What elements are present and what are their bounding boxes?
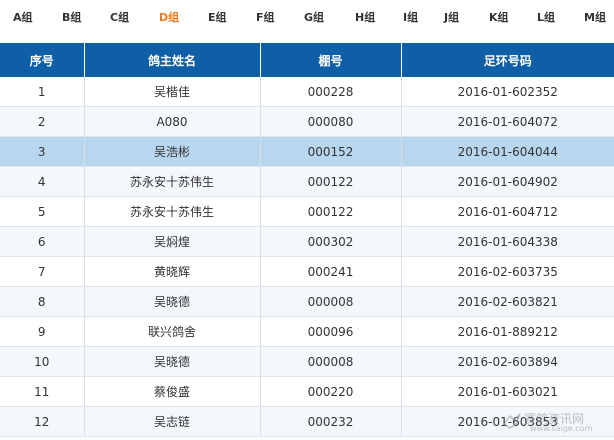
table-row[interactable]: 10 吴晓德 000008 2016-02-603894 [0,346,614,377]
cell-ring: 2016-02-603894 [401,346,614,377]
group-tab-h[interactable]: H组 [355,10,375,26]
cell-ring: 2016-01-604338 [401,226,614,257]
cell-loft: 000122 [260,196,402,227]
cell-loft: 000122 [260,166,402,197]
results-table: 序号 鸽主姓名 棚号 足环号码 1 吴楷佳 000228 2016-01-602… [0,43,614,437]
cell-index: 6 [0,226,85,257]
header-loft-number[interactable]: 棚号 [260,43,402,77]
cell-loft: 000241 [260,256,402,287]
group-tab-j[interactable]: J组 [444,10,459,26]
cell-ring: 2016-01-604072 [401,106,614,137]
cell-loft: 000008 [260,286,402,317]
cell-ring: 2016-01-604902 [401,166,614,197]
cell-loft: 000232 [260,406,402,437]
cell-loft: 000302 [260,226,402,257]
group-tab-l[interactable]: L组 [537,10,555,26]
cell-ring: 2016-01-603853 [401,406,614,437]
table-row[interactable]: 8 吴晓德 000008 2016-02-603821 [0,286,614,317]
table-row[interactable]: 4 苏永安十苏伟生 000122 2016-01-604902 [0,166,614,197]
cell-ring: 2016-01-602352 [401,77,614,107]
cell-loft: 000220 [260,376,402,407]
cell-index: 4 [0,166,85,197]
cell-owner: 苏永安十苏伟生 [84,166,261,197]
cell-index: 5 [0,196,85,227]
cell-owner: 苏永安十苏伟生 [84,196,261,227]
table-row-selected[interactable]: 3 吴浩彬 000152 2016-01-604044 [0,136,614,167]
cell-owner: 吴志链 [84,406,261,437]
cell-loft: 000008 [260,346,402,377]
cell-ring: 2016-02-603735 [401,256,614,287]
group-tab-c[interactable]: C组 [110,10,129,26]
cell-ring: 2016-01-604044 [401,136,614,167]
table-row[interactable]: 7 黄晓辉 000241 2016-02-603735 [0,256,614,287]
header-index[interactable]: 序号 [0,43,85,77]
cell-ring: 2016-01-604712 [401,196,614,227]
group-tab-b[interactable]: B组 [62,10,81,26]
cell-loft: 000152 [260,136,402,167]
group-tab-e[interactable]: E组 [208,10,227,26]
table-row[interactable]: 1 吴楷佳 000228 2016-01-602352 [0,77,614,107]
cell-ring: 2016-01-889212 [401,316,614,347]
table-row[interactable]: 2 A080 000080 2016-01-604072 [0,106,614,137]
header-ring-number[interactable]: 足环号码 [401,43,614,77]
cell-index: 1 [0,77,85,107]
table-row[interactable]: 11 蔡俊盛 000220 2016-01-603021 [0,376,614,407]
cell-owner: 联兴鸽舍 [84,316,261,347]
header-owner-name[interactable]: 鸽主姓名 [84,43,261,77]
cell-index: 7 [0,256,85,287]
cell-owner: 黄晓辉 [84,256,261,287]
cell-index: 9 [0,316,85,347]
group-tab-i[interactable]: I组 [403,10,418,26]
group-tab-m[interactable]: M组 [584,10,606,26]
table-row[interactable]: 5 苏永安十苏伟生 000122 2016-01-604712 [0,196,614,227]
group-tab-f[interactable]: F组 [256,10,275,26]
cell-owner: 吴晓德 [84,286,261,317]
group-tab-d[interactable]: D组 [159,10,179,26]
cell-owner: 蔡俊盛 [84,376,261,407]
table-row[interactable]: 6 吴焖煌 000302 2016-01-604338 [0,226,614,257]
cell-index: 3 [0,136,85,167]
cell-loft: 000080 [260,106,402,137]
cell-owner: 吴焖煌 [84,226,261,257]
cell-index: 2 [0,106,85,137]
cell-ring: 2016-02-603821 [401,286,614,317]
group-tab-k[interactable]: K组 [489,10,509,26]
results-table-container: 序号 鸽主姓名 棚号 足环号码 1 吴楷佳 000228 2016-01-602… [0,43,614,440]
table-row[interactable]: 12 吴志链 000232 2016-01-603853 [0,406,614,437]
cell-ring: 2016-01-603021 [401,376,614,407]
cell-index: 8 [0,286,85,317]
cell-owner: 吴楷佳 [84,77,261,107]
cell-owner: 吴浩彬 [84,136,261,167]
cell-owner: A080 [84,106,261,137]
table-row[interactable]: 9 联兴鸽舍 000096 2016-01-889212 [0,316,614,347]
cell-index: 10 [0,346,85,377]
cell-loft: 000096 [260,316,402,347]
group-tabs: A组 B组 C组 D组 E组 F组 G组 H组 I组 J组 K组 L组 M组 [0,0,614,38]
group-tab-g[interactable]: G组 [304,10,324,26]
cell-loft: 000228 [260,77,402,107]
group-tab-a[interactable]: A组 [13,10,33,26]
cell-owner: 吴晓德 [84,346,261,377]
table-header-row: 序号 鸽主姓名 棚号 足环号码 [0,43,614,77]
cell-index: 12 [0,406,85,437]
cell-index: 11 [0,376,85,407]
